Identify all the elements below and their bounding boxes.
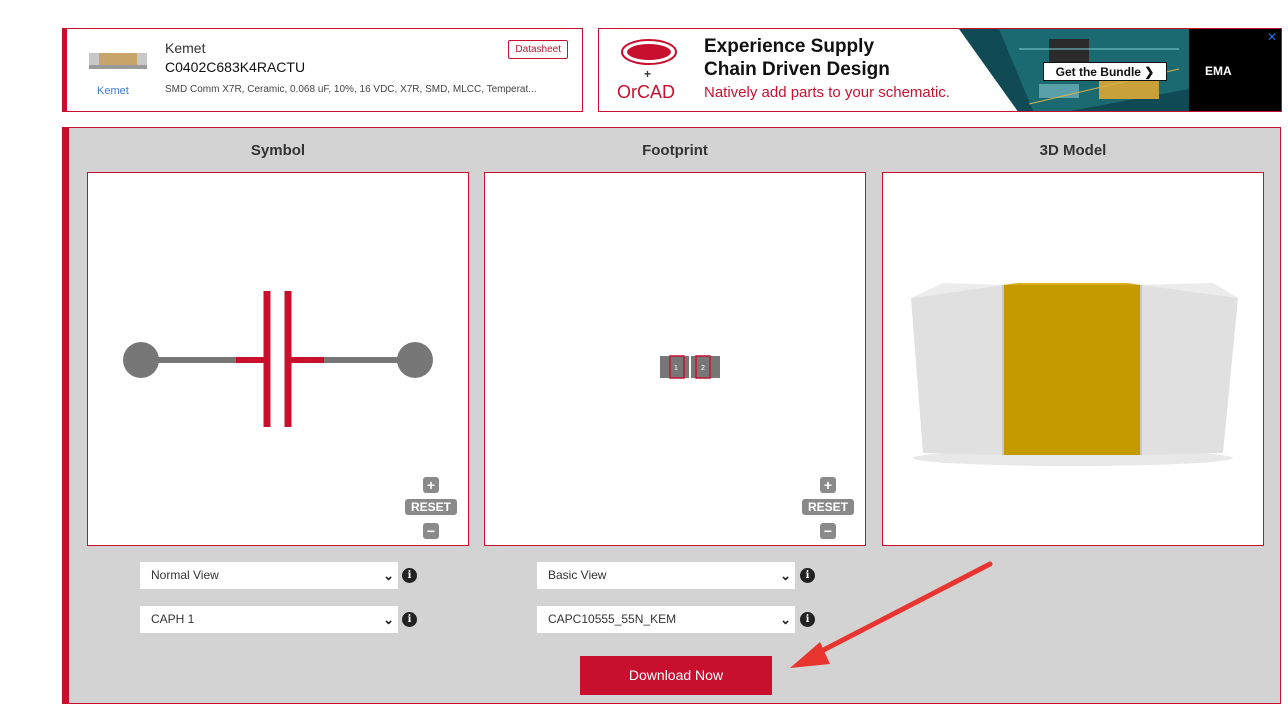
zoom-in-icon[interactable]: + [820, 477, 836, 493]
symbol-variant-select[interactable]: CAPH 1 ⌄ [140, 606, 398, 633]
footprint-title: Footprint [642, 142, 708, 159]
datasheet-button[interactable]: Datasheet [508, 40, 568, 59]
footprint-view-select[interactable]: Basic View ⌄ [537, 562, 795, 589]
part-thumbnail [89, 53, 147, 69]
page-root: Kemet Kemet C0402C683K4RACTU SMD Comm X7… [0, 0, 1288, 711]
ad-subline: Natively add parts to your schematic. [704, 84, 950, 101]
model-title: 3D Model [1039, 142, 1107, 159]
part-number: C0402C683K4RACTU [165, 59, 306, 75]
pin-1-label: 1 [674, 365, 678, 372]
part-description: SMD Comm X7R, Ceramic, 0.068 uF, 10%, 16… [165, 84, 537, 95]
model-viewer-panel: Symbol Footprint 3D Model + RESET − 1 2 … [62, 127, 1281, 704]
info-icon[interactable]: i [402, 568, 417, 583]
digikey-logo [621, 39, 677, 65]
ad-headline-1: Experience Supply [704, 36, 875, 57]
part-card: Kemet Kemet C0402C683K4RACTU SMD Comm X7… [62, 28, 583, 112]
zoom-in-icon[interactable]: + [423, 477, 439, 493]
symbol-view-select[interactable]: Normal View ⌄ [140, 562, 398, 589]
model-3d-viewer[interactable] [882, 172, 1264, 546]
ad-plus: + [644, 67, 652, 81]
close-icon[interactable]: ✕ [1266, 31, 1278, 43]
info-icon[interactable]: i [402, 612, 417, 627]
chevron-down-icon: ⌄ [383, 612, 394, 627]
manufacturer-link[interactable]: Kemet [97, 85, 129, 97]
ema-logo-text: EMA [1205, 64, 1232, 78]
footprint-variant-value: CAPC10555_55N_KEM [548, 612, 677, 626]
symbol-variant-value: CAPH 1 [151, 612, 195, 626]
zoom-out-icon[interactable]: − [423, 523, 439, 539]
footprint-zoom-controls: + RESET − [802, 477, 854, 539]
footprint-view-value: Basic View [548, 568, 607, 582]
annotation-arrow [790, 561, 993, 668]
symbol-viewer[interactable]: + RESET − [87, 172, 469, 546]
ad-logos: + OrCAD [599, 29, 697, 111]
manufacturer-name: Kemet [165, 40, 206, 56]
pin-2-label: 2 [701, 365, 705, 372]
symbol-title: Symbol [250, 142, 306, 159]
ad-cta-button[interactable]: Get the Bundle ❯ [1043, 62, 1167, 81]
ad-banner[interactable]: + OrCAD Experience Supply Chain Driven D… [598, 28, 1282, 112]
ad-headline-2: Chain Driven Design [704, 59, 890, 80]
chevron-down-icon: ⌄ [383, 568, 394, 583]
footprint-viewer[interactable]: 1 2 + RESET − [484, 172, 866, 546]
capacitor-3d-model [911, 283, 1238, 466]
footprint-variant-select[interactable]: CAPC10555_55N_KEM ⌄ [537, 606, 795, 633]
symbol-view-value: Normal View [151, 568, 219, 582]
reset-button[interactable]: RESET [405, 499, 457, 515]
zoom-out-icon[interactable]: − [820, 523, 836, 539]
symbol-zoom-controls: + RESET − [405, 477, 457, 539]
download-now-button[interactable]: Download Now [580, 656, 772, 695]
reset-button[interactable]: RESET [802, 499, 854, 515]
orcad-logo: OrCAD [617, 82, 675, 102]
